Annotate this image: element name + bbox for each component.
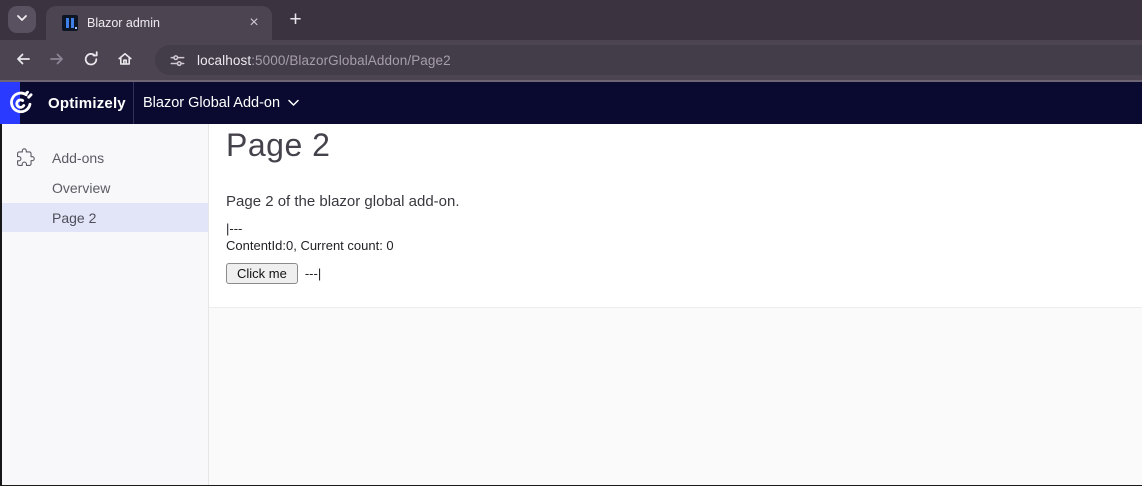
- address-bar[interactable]: localhost:5000/BlazorGlobalAddon/Page2: [155, 45, 1142, 75]
- url-path: :5000/BlazorGlobalAddon/Page2: [251, 52, 451, 68]
- browser-window: Blazor admin × + localhost:5000/BlazorGl…: [0, 0, 1142, 486]
- browser-toolbar: localhost:5000/BlazorGlobalAddon/Page2: [0, 40, 1142, 82]
- sidebar: Add-ons Overview Page 2: [0, 124, 209, 486]
- url-host: localhost: [197, 52, 252, 68]
- site-settings-icon[interactable]: [165, 48, 189, 72]
- button-row: Click me ---|: [226, 262, 1142, 284]
- home-button[interactable]: [108, 43, 142, 77]
- new-tab-button[interactable]: +: [282, 6, 309, 33]
- tab-strip: Blazor admin × +: [0, 0, 1142, 40]
- back-button[interactable]: [6, 43, 40, 77]
- window-left-edge: [0, 124, 2, 486]
- tab-title: Blazor admin: [87, 16, 160, 30]
- main-content: Page 2 Page 2 of the blazor global add-o…: [209, 124, 1142, 486]
- tab-search-button[interactable]: [8, 6, 36, 33]
- header-divider: [133, 82, 134, 124]
- status-line: ContentId:0, Current count: 0: [226, 237, 394, 253]
- sidebar-item-label: Page 2: [52, 209, 97, 226]
- marker-after-button: ---|: [304, 265, 322, 281]
- sidebar-item-overview[interactable]: Overview: [0, 173, 208, 202]
- puzzle-icon: [16, 148, 35, 167]
- sidebar-item-label: Overview: [52, 179, 111, 196]
- app-header: Optimizely Blazor Global Add-on: [0, 82, 1142, 124]
- page-title: Page 2: [226, 127, 331, 163]
- tab-close-icon[interactable]: ×: [244, 13, 264, 33]
- optimizely-logo-icon: [7, 89, 35, 117]
- sidebar-item-page-2[interactable]: Page 2: [0, 203, 208, 232]
- forward-button[interactable]: [40, 43, 74, 77]
- blazor-admin-favicon-icon: [62, 15, 78, 31]
- chevron-down-icon: [288, 95, 299, 111]
- arrow-right-icon: [47, 49, 67, 72]
- browser-tab-blazor-admin[interactable]: Blazor admin ×: [46, 6, 272, 40]
- arrow-left-icon: [13, 49, 33, 72]
- sidebar-item-label: Add-ons: [52, 149, 105, 166]
- page-description: Page 2 of the blazor global add-on.: [226, 192, 460, 210]
- sidebar-item-add-ons[interactable]: Add-ons: [0, 143, 208, 172]
- app-switcher-dropdown[interactable]: Blazor Global Add-on: [143, 82, 299, 124]
- chevron-down-icon: [13, 9, 31, 30]
- app-title: Blazor Global Add-on: [143, 95, 281, 111]
- brand-name: Optimizely: [48, 94, 126, 112]
- app-body: Add-ons Overview Page 2 Page 2 Page 2 of…: [0, 124, 1142, 486]
- marker-top: |---: [226, 220, 243, 236]
- url-text: localhost:5000/BlazorGlobalAddon/Page2: [197, 53, 451, 68]
- content-footer-area: [209, 307, 1142, 486]
- home-icon: [115, 49, 135, 72]
- reload-button[interactable]: [74, 43, 108, 77]
- refresh-icon: [81, 49, 101, 72]
- page-content: Page 2 Page 2 of the blazor global add-o…: [209, 124, 1142, 307]
- click-me-button[interactable]: Click me: [226, 262, 298, 284]
